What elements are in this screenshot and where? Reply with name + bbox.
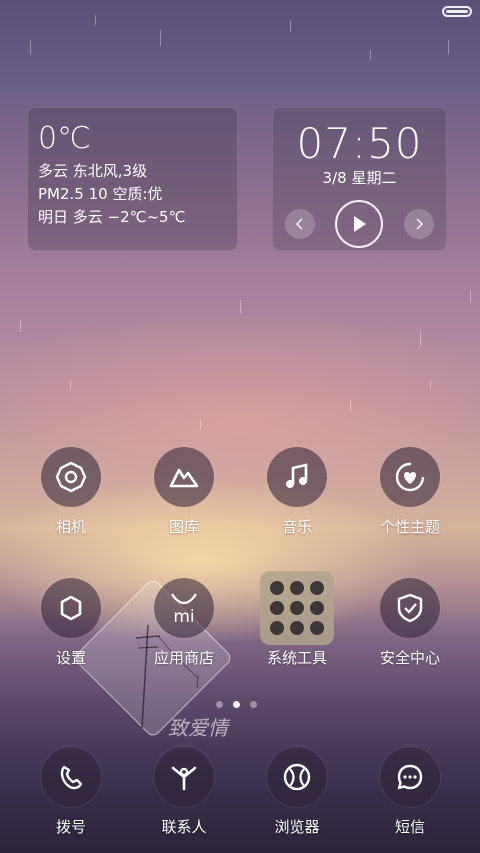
page-dot[interactable] <box>250 701 257 708</box>
music-next-button[interactable] <box>404 209 434 239</box>
gallery-icon <box>154 447 214 507</box>
app-label: 应用商店 <box>153 649 214 667</box>
app-label: 设置 <box>55 649 86 667</box>
page-indicator <box>216 701 257 708</box>
contacts-icon <box>154 747 214 807</box>
folder-mini-icon <box>270 601 284 615</box>
chevron-left-icon <box>295 218 303 230</box>
app-store-icon: mi <box>154 578 214 638</box>
app-messages[interactable]: 短信 <box>355 747 465 837</box>
app-settings[interactable]: 设置 <box>16 578 126 668</box>
message-icon <box>380 747 440 807</box>
phone-icon <box>41 747 101 807</box>
weather-air-quality: PM2.5 10 空质:优 <box>38 185 163 203</box>
weather-forecast: 明日 多云 −2℃~5℃ <box>38 208 186 226</box>
app-gallery[interactable]: 图库 <box>129 447 239 537</box>
browser-icon <box>267 747 327 807</box>
chevron-right-icon <box>416 218 424 230</box>
app-themes[interactable]: 个性主题 <box>355 447 465 537</box>
app-music[interactable]: 音乐 <box>242 447 352 537</box>
folder-mini-icon <box>270 621 284 635</box>
camera-icon <box>41 447 101 507</box>
clock-time[interactable]: 07:50 <box>273 122 446 166</box>
page-dot[interactable] <box>216 701 223 708</box>
app-label: 图库 <box>168 518 199 536</box>
app-store[interactable]: mi 应用商店 <box>129 578 239 668</box>
app-security[interactable]: 安全中心 <box>355 578 465 668</box>
folder-mini-icon <box>290 601 304 615</box>
weather-widget[interactable]: 0℃ 多云 东北风,3级 PM2.5 10 空质:优 明日 多云 −2℃~5℃ <box>27 107 238 251</box>
music-note-icon <box>267 447 327 507</box>
folder-mini-icon <box>270 581 284 595</box>
app-label: 个性主题 <box>379 518 440 536</box>
folder-mini-icon <box>310 621 324 635</box>
app-label: 音乐 <box>281 518 312 536</box>
battery-icon <box>442 6 472 17</box>
app-label: 系统工具 <box>266 649 327 667</box>
app-phone[interactable]: 拨号 <box>16 747 126 837</box>
music-play-button[interactable] <box>335 200 383 248</box>
app-label: 浏览器 <box>274 818 320 836</box>
folder-icon <box>260 571 334 645</box>
folder-mini-icon <box>310 601 324 615</box>
clock-date: 3/8 星期二 <box>322 169 397 187</box>
heart-theme-icon <box>380 447 440 507</box>
clock-music-widget: 07:50 3/8 星期二 <box>272 107 447 251</box>
app-browser[interactable]: 浏览器 <box>242 747 352 837</box>
app-store-logo-text: mi <box>173 607 194 627</box>
folder-system-tools[interactable]: 系统工具 <box>242 571 352 668</box>
app-label: 安全中心 <box>379 649 440 667</box>
wallpaper-caption: 致爱情 <box>168 716 228 740</box>
music-previous-button[interactable] <box>285 209 315 239</box>
play-icon <box>354 216 366 232</box>
weather-temperature: 0℃ <box>38 121 91 156</box>
app-label: 相机 <box>55 518 86 536</box>
folder-mini-icon <box>290 581 304 595</box>
app-label: 短信 <box>394 818 425 836</box>
settings-icon <box>41 578 101 638</box>
app-label: 拨号 <box>55 818 86 836</box>
app-label: 联系人 <box>161 818 207 836</box>
weather-condition: 多云 东北风,3级 <box>38 162 148 180</box>
page-dot-active[interactable] <box>233 701 240 708</box>
app-camera[interactable]: 相机 <box>16 447 126 537</box>
folder-mini-icon <box>290 621 304 635</box>
shield-icon <box>380 578 440 638</box>
folder-mini-icon <box>310 581 324 595</box>
app-contacts[interactable]: 联系人 <box>129 747 239 837</box>
